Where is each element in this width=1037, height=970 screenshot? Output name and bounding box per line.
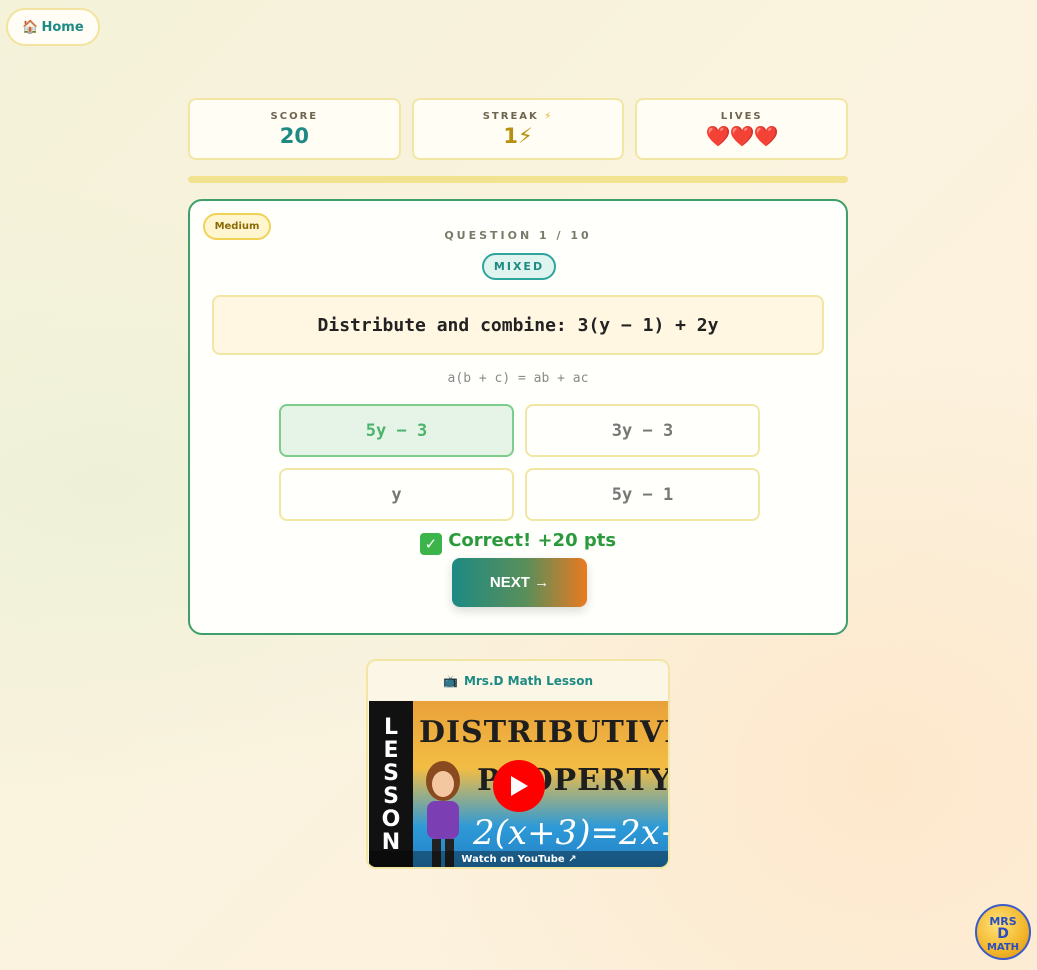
answer-option[interactable]: 5y − 1 xyxy=(525,468,760,521)
thumbnail-heading-1: DISTRIBUTIVE xyxy=(419,715,669,750)
play-icon[interactable] xyxy=(493,760,545,812)
streak-label: STREAK xyxy=(482,110,539,122)
lightning-icon: ⚡ xyxy=(517,123,533,148)
question-prompt: Distribute and combine: 3(y − 1) + 2y xyxy=(212,295,824,355)
streak-card: STREAK ⚡ 1⚡ xyxy=(411,98,625,160)
stats-bar: SCORE 20 STREAK ⚡ 1⚡ LIVES ❤️❤️❤️ xyxy=(188,98,849,160)
thumbnail-equation: 2(x+3)=2x+6 xyxy=(473,813,668,853)
streak-value-row: 1⚡ xyxy=(503,124,532,148)
svg-text:MATH: MATH xyxy=(987,942,1019,953)
streak-value: 1 xyxy=(503,123,518,148)
feedback-text: Correct! +20 pts xyxy=(448,530,617,551)
thumb-letter: S xyxy=(383,784,399,809)
lives-card: LIVES ❤️❤️❤️ xyxy=(635,98,849,160)
question-counter: QUESTION 1 / 10 xyxy=(444,229,592,242)
house-icon: 🏠 xyxy=(22,19,39,35)
check-icon: ✓ xyxy=(419,533,442,555)
streak-label-row: STREAK ⚡ xyxy=(483,111,554,122)
svg-text:D: D xyxy=(997,926,1009,942)
thumb-letter: O xyxy=(381,807,401,832)
category-badge: MIXED xyxy=(482,253,556,280)
feedback-message: ✓ Correct! +20 pts xyxy=(190,530,846,555)
video-header: 📺 Mrs.D Math Lesson xyxy=(368,661,668,701)
score-card: SCORE 20 xyxy=(188,98,401,160)
lives-hearts: ❤️❤️❤️ xyxy=(705,123,779,148)
watch-on-youtube-link[interactable]: Watch on YouTube ↗ xyxy=(369,851,668,867)
question-card: Medium QUESTION 1 / 10 MIXED Distribute … xyxy=(188,199,848,635)
answer-option[interactable]: y xyxy=(279,468,514,521)
lives-label: LIVES xyxy=(720,110,763,122)
video-title: Mrs.D Math Lesson xyxy=(463,674,593,688)
thumb-letter: L xyxy=(383,715,399,740)
thumbnail-side-text: L E S S O N xyxy=(369,701,413,867)
next-button[interactable]: NEXT → xyxy=(452,558,587,607)
lightning-icon: ⚡ xyxy=(544,110,554,122)
tv-icon: 📺 xyxy=(442,674,458,688)
answer-option[interactable]: 3y − 3 xyxy=(525,404,760,457)
video-card: 📺 Mrs.D Math Lesson L E S S O N DISTRIBU… xyxy=(366,659,670,869)
home-button[interactable]: 🏠 Home xyxy=(6,8,100,46)
score-value: 20 xyxy=(279,123,309,148)
mascot-logo[interactable]: MRS D MATH xyxy=(975,904,1031,960)
answer-options: 5y − 3 3y − 3 y 5y − 1 xyxy=(279,404,761,521)
mrs-d-math-logo-icon: MRS D MATH xyxy=(987,915,1019,953)
formula-hint: a(b + c) = ab + ac xyxy=(447,371,589,386)
thumb-letter: S xyxy=(383,761,399,786)
score-label: SCORE xyxy=(270,110,319,122)
progress-bar xyxy=(188,176,848,183)
home-label: Home xyxy=(41,19,84,35)
video-thumbnail[interactable]: L E S S O N DISTRIBUTIVE PROPERTY 2(x+3)… xyxy=(369,701,669,867)
thumb-letter: E xyxy=(383,738,399,763)
answer-option[interactable]: 5y − 3 xyxy=(279,404,514,457)
